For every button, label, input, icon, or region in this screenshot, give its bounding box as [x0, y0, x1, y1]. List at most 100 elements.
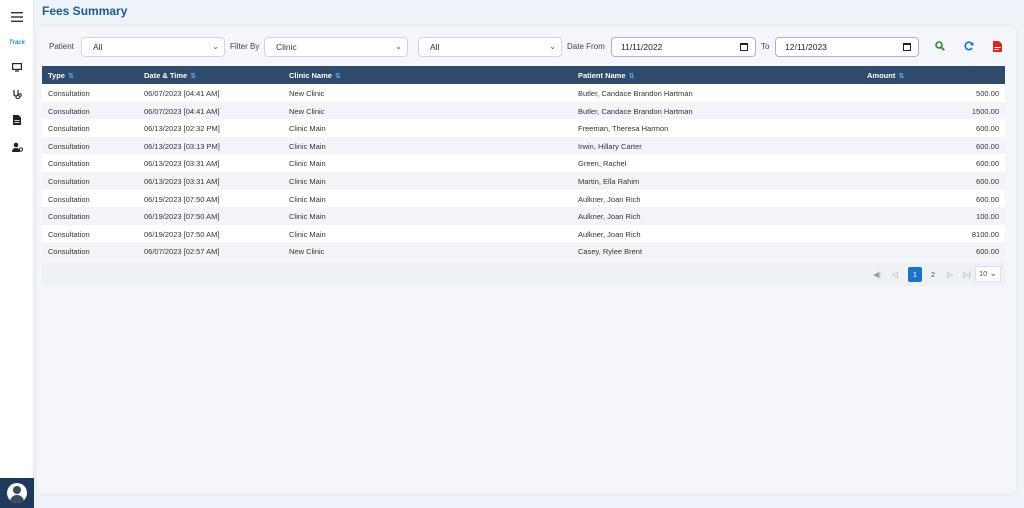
monitor-icon[interactable] [0, 56, 34, 78]
table-row[interactable]: Consultation 06/19/2023 [07:50 AM] Clinic … [42, 207, 1005, 225]
date-from-input[interactable]: 11/11/2022 [611, 37, 756, 57]
date-from-label: Date From [567, 42, 605, 51]
next-page-icon[interactable]: ▷ [943, 267, 957, 282]
cell-date-time: 06/13/2023 [02:32 PM] [144, 124, 220, 134]
hamburger-menu-icon[interactable] [0, 6, 34, 28]
table-row[interactable]: Consultation 06/07/2023 [04:41 AM] New Cli… [42, 84, 1005, 102]
calendar-icon[interactable] [740, 43, 748, 51]
sort-icon: ⇅ [334, 73, 341, 80]
cell-type: Consultation [48, 194, 90, 204]
column-header-clinic-name[interactable]: Clinic Name ⇅ [289, 71, 341, 80]
sort-icon: ⇅ [628, 73, 635, 80]
table-body: Consultation 06/07/2023 [04:41 AM] New Cli… [42, 84, 1005, 260]
filter-value-select-value: All [430, 42, 440, 52]
chevron-down-icon: ⌄ [212, 42, 219, 51]
cell-amount: 1500.00 [971, 106, 999, 116]
user-avatar[interactable] [0, 478, 34, 508]
cell-patient-name: Martin, Ella Rahim [578, 176, 640, 186]
table-row[interactable]: Consultation 06/19/2023 [07:50 AM] Clinic … [42, 224, 1005, 243]
search-button[interactable] [933, 39, 947, 53]
cell-patient-name: Aulkner, Joan Rich [578, 194, 641, 204]
column-header-date-time[interactable]: Date & Time ⇅ [144, 71, 196, 80]
cell-type: Consultation [48, 229, 90, 239]
page-size-select[interactable]: 10 ⌄ [975, 266, 1001, 282]
page-title: Fees Summary [42, 4, 128, 18]
filter-by-select-value: Clinic [276, 42, 297, 52]
column-header-type[interactable]: Type ⇅ [48, 71, 74, 80]
cell-date-time: 06/07/2023 [02:57 AM] [144, 247, 220, 257]
document-icon[interactable] [0, 109, 34, 131]
cell-date-time: 06/19/2023 [07:50 AM] [144, 229, 220, 239]
cell-clinic-name: New Clinic [289, 247, 325, 257]
chevron-down-icon: ⌄ [549, 42, 556, 51]
refresh-icon [964, 41, 974, 51]
cell-patient-name: Aulkner, Joan Rich [578, 229, 641, 239]
cell-patient-name: Freeman, Theresa Harmon [578, 124, 669, 134]
sort-icon: ⇅ [898, 73, 905, 80]
cell-date-time: 06/13/2023 [03:31 AM] [144, 159, 220, 169]
user-settings-icon[interactable] [0, 136, 34, 158]
cell-type: Consultation [48, 212, 90, 222]
app-logo[interactable]: Track [0, 32, 34, 54]
cell-amount: 500.00 [976, 89, 999, 98]
cell-clinic-name: Clinic Main [289, 194, 326, 204]
date-from-value: 11/11/2022 [621, 42, 663, 52]
cell-amount: 600.00 [976, 141, 999, 151]
date-to-label: To [761, 42, 770, 51]
cell-date-time: 06/13/2023 [03:13 PM] [144, 141, 220, 151]
first-page-icon[interactable]: ◀​| [870, 267, 884, 282]
cell-clinic-name: Clinic Main [289, 229, 326, 239]
date-to-input[interactable]: 12/11/2023 [775, 37, 919, 57]
fees-table: Type ⇅ Date & Time ⇅ Clinic Name ⇅ Patient … [42, 66, 1005, 260]
search-icon [935, 41, 945, 51]
table-row[interactable]: Consultation 06/19/2023 [07:50 AM] Clinic … [42, 189, 1005, 208]
last-page-icon[interactable]: ▷| [960, 267, 974, 282]
page-button-1[interactable]: 1 [908, 267, 922, 282]
table-row[interactable]: Consultation 06/13/2023 [03:31 AM] Clinic … [42, 171, 1005, 190]
chevron-down-icon: ⌄ [989, 268, 997, 278]
refresh-button[interactable] [962, 39, 976, 53]
sort-icon: ⇅ [67, 73, 74, 80]
app-logo-text: Track [9, 40, 25, 46]
cell-patient-name: Butler, Candace Brandon Hartman [578, 106, 693, 116]
cell-clinic-name: Clinic Main [289, 159, 326, 169]
patient-select-value: All [93, 42, 103, 52]
patient-select[interactable]: All ⌄ [81, 37, 225, 57]
table-header: Type ⇅ Date & Time ⇅ Clinic Name ⇅ Patient … [42, 66, 1005, 84]
stethoscope-icon[interactable] [0, 83, 34, 105]
cell-amount: 600.00 [976, 176, 999, 186]
calendar-icon[interactable] [903, 43, 911, 51]
cell-amount: 600.00 [976, 194, 999, 204]
cell-patient-name: Casey, Rylee Brent [578, 247, 643, 257]
prev-page-icon[interactable]: ◁ [888, 267, 902, 282]
cell-clinic-name: Clinic Main [289, 212, 326, 222]
cell-clinic-name: New Clinic [289, 89, 325, 98]
table-row[interactable]: Consultation 06/13/2023 [03:31 AM] Clinic … [42, 154, 1005, 172]
table-row[interactable]: Consultation 06/07/2023 [04:41 AM] New Cli… [42, 101, 1005, 120]
cell-clinic-name: New Clinic [289, 106, 325, 116]
cell-date-time: 06/19/2023 [07:50 AM] [144, 212, 220, 222]
filter-by-select[interactable]: Clinic ⌄ [264, 37, 408, 57]
table-row[interactable]: Consultation 06/07/2023 [02:57 AM] New Cli… [42, 242, 1005, 260]
cell-amount: 8100.00 [971, 229, 999, 239]
page-button-2[interactable]: 2 [926, 267, 940, 282]
filter-value-select[interactable]: All ⌄ [418, 37, 562, 57]
cell-clinic-name: Clinic Main [289, 124, 326, 134]
sort-icon: ⇅ [190, 73, 197, 80]
column-header-patient-name[interactable]: Patient Name ⇅ [578, 71, 634, 80]
cell-date-time: 06/07/2023 [04:41 AM] [144, 89, 220, 98]
table-row[interactable]: Consultation 06/13/2023 [03:13 PM] Clinic … [42, 136, 1005, 155]
column-header-amount[interactable]: Amount ⇅ [867, 71, 904, 80]
export-pdf-button[interactable] [990, 39, 1004, 53]
table-row[interactable]: Consultation 06/13/2023 [02:32 PM] Clinic … [42, 119, 1005, 137]
pagination: ◀​| ◁ 1 2 ▷ ▷| 10 ⌄ [42, 262, 1005, 286]
cell-clinic-name: Clinic Main [289, 141, 326, 151]
sidebar: Track [0, 0, 34, 508]
cell-amount: 600.00 [976, 124, 999, 134]
cell-date-time: 06/07/2023 [04:41 AM] [144, 106, 220, 116]
chevron-down-icon: ⌄ [395, 42, 402, 51]
date-to-value: 12/11/2023 [785, 42, 827, 52]
filter-by-label: Filter By [230, 42, 260, 51]
cell-date-time: 06/13/2023 [03:31 AM] [144, 176, 220, 186]
cell-type: Consultation [48, 106, 90, 116]
